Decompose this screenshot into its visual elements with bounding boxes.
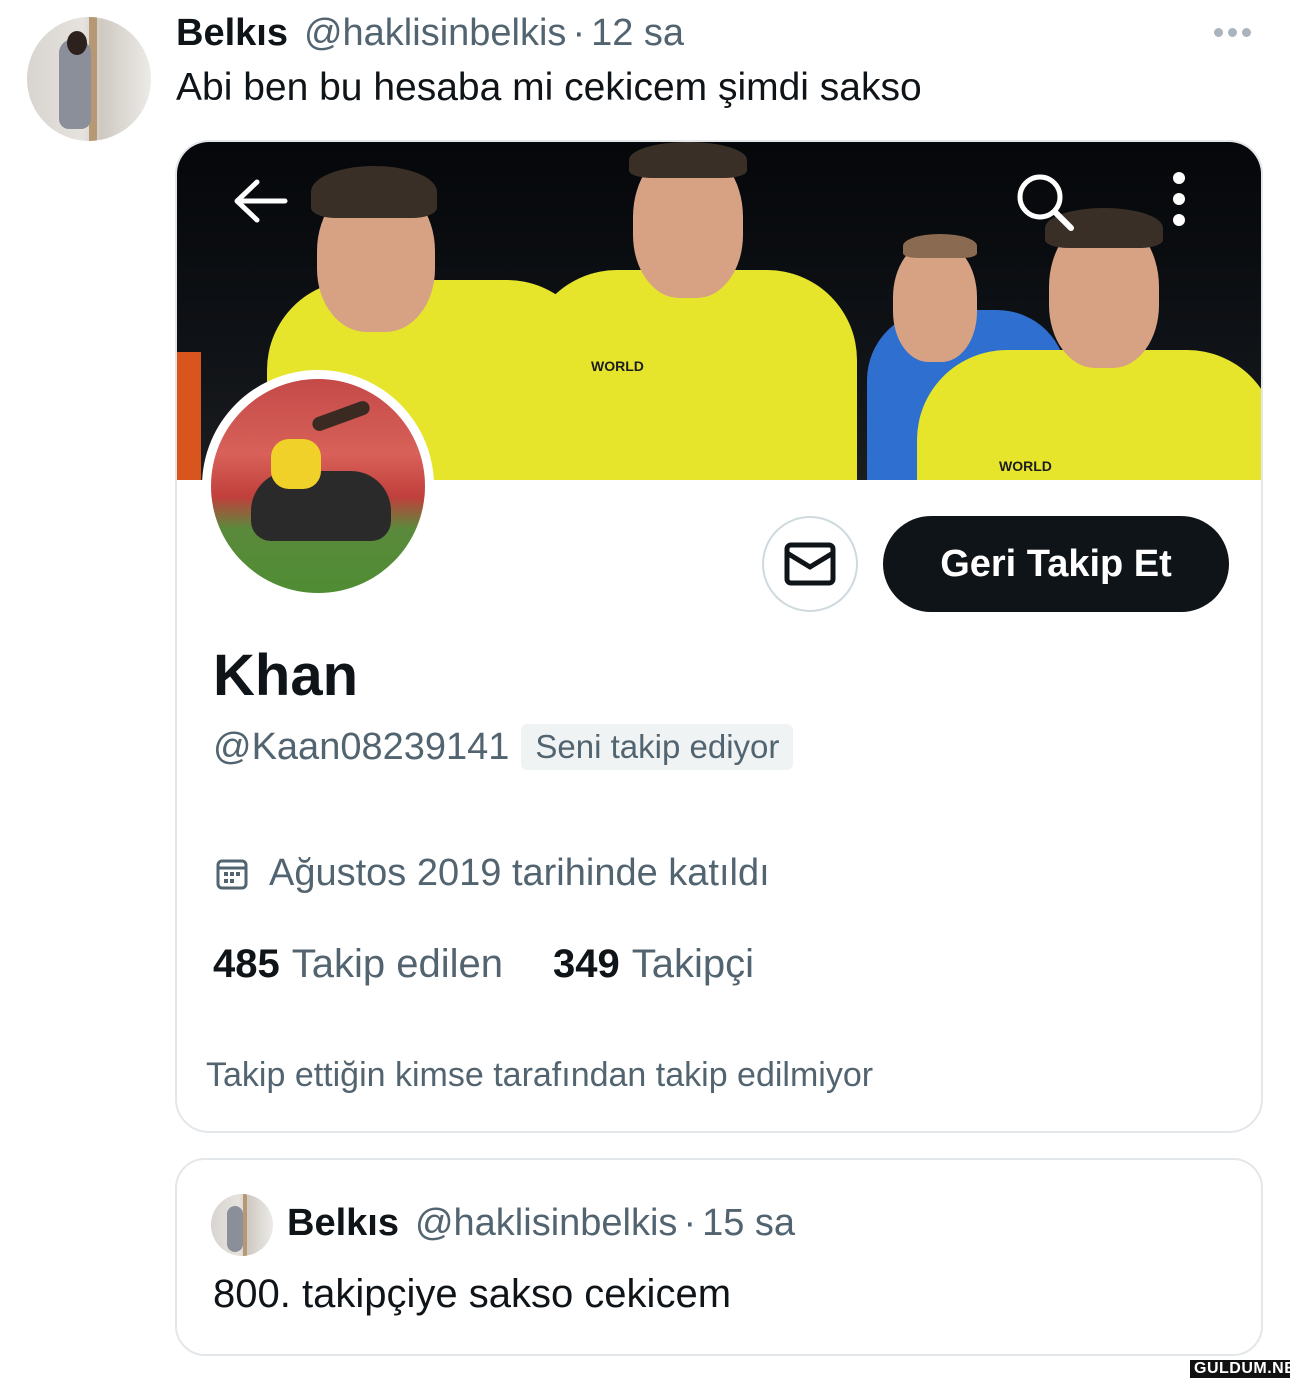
- calendar-icon: [216, 859, 248, 889]
- author-handle[interactable]: @haklisinbelkis: [304, 12, 566, 55]
- banner-text-world-2: WORLD: [999, 458, 1052, 474]
- profile-display-name: Khan: [213, 643, 358, 708]
- quoted-tweet-text: 800. takipçiye sakso cekicem: [213, 1272, 732, 1316]
- profile-handle-row: @Kaan08239141 Seni takip ediyor: [213, 724, 794, 770]
- profile-handle: @Kaan08239141: [213, 725, 510, 768]
- quoted-author-handle: @haklisinbelkis: [414, 1202, 678, 1244]
- follows-you-badge: Seni takip ediyor: [521, 724, 794, 770]
- joined-date: Ağustos 2019 tarihinde katıldı: [269, 852, 770, 894]
- arrow-left-icon[interactable]: [229, 176, 289, 226]
- following-count: 485: [213, 942, 280, 986]
- followers-count: 349: [553, 942, 620, 986]
- following-link[interactable]: 485 Takip edilen: [213, 942, 503, 987]
- following-label: Takip edilen: [291, 942, 503, 986]
- separator-dot: ·: [683, 1202, 697, 1244]
- follow-stats: 485 Takip edilen 349 Takipçi: [213, 942, 754, 987]
- profile-avatar[interactable]: [202, 370, 434, 602]
- more-vertical-icon[interactable]: [1173, 172, 1185, 226]
- tweet-header: Belkıs @haklisinbelkis · 12 sa: [176, 12, 684, 58]
- watermark: GULDUM.NET: [1190, 1360, 1290, 1378]
- quoted-author-name: Belkıs: [287, 1202, 399, 1244]
- follow-back-button[interactable]: Geri Takip Et: [883, 516, 1229, 612]
- followers-link[interactable]: 349 Takipçi: [553, 942, 754, 987]
- profile-card-image[interactable]: WORLD WORLD Geri Takip Et Khan @Kaan0823…: [175, 140, 1263, 1133]
- followers-label: Takipçi: [631, 942, 755, 986]
- joined-date-row: Ağustos 2019 tarihinde katıldı: [215, 852, 770, 895]
- quoted-tweet-time: 15 sa: [702, 1202, 796, 1244]
- tweet-time[interactable]: 12 sa: [591, 12, 684, 55]
- tweet-text: Abi ben bu hesaba mi cekicem şimdi sakso: [176, 66, 922, 109]
- quoted-tweet[interactable]: Belkıs @haklisinbelkis · 15 sa 800. taki…: [175, 1158, 1263, 1356]
- more-horizontal-icon[interactable]: [1214, 28, 1251, 37]
- author-name[interactable]: Belkıs: [176, 12, 288, 55]
- quoted-author-avatar: [211, 1194, 273, 1256]
- banner-text-world-1: WORLD: [591, 358, 644, 374]
- separator-dot: ·: [572, 12, 586, 54]
- author-avatar[interactable]: [27, 17, 151, 141]
- envelope-icon: [784, 542, 836, 586]
- quoted-tweet-header: Belkıs @haklisinbelkis · 15 sa: [287, 1202, 795, 1245]
- search-icon[interactable]: [1013, 170, 1077, 234]
- mutuals-note: Takip ettiğin kimse tarafından takip edi…: [206, 1056, 874, 1094]
- message-button[interactable]: [762, 516, 858, 612]
